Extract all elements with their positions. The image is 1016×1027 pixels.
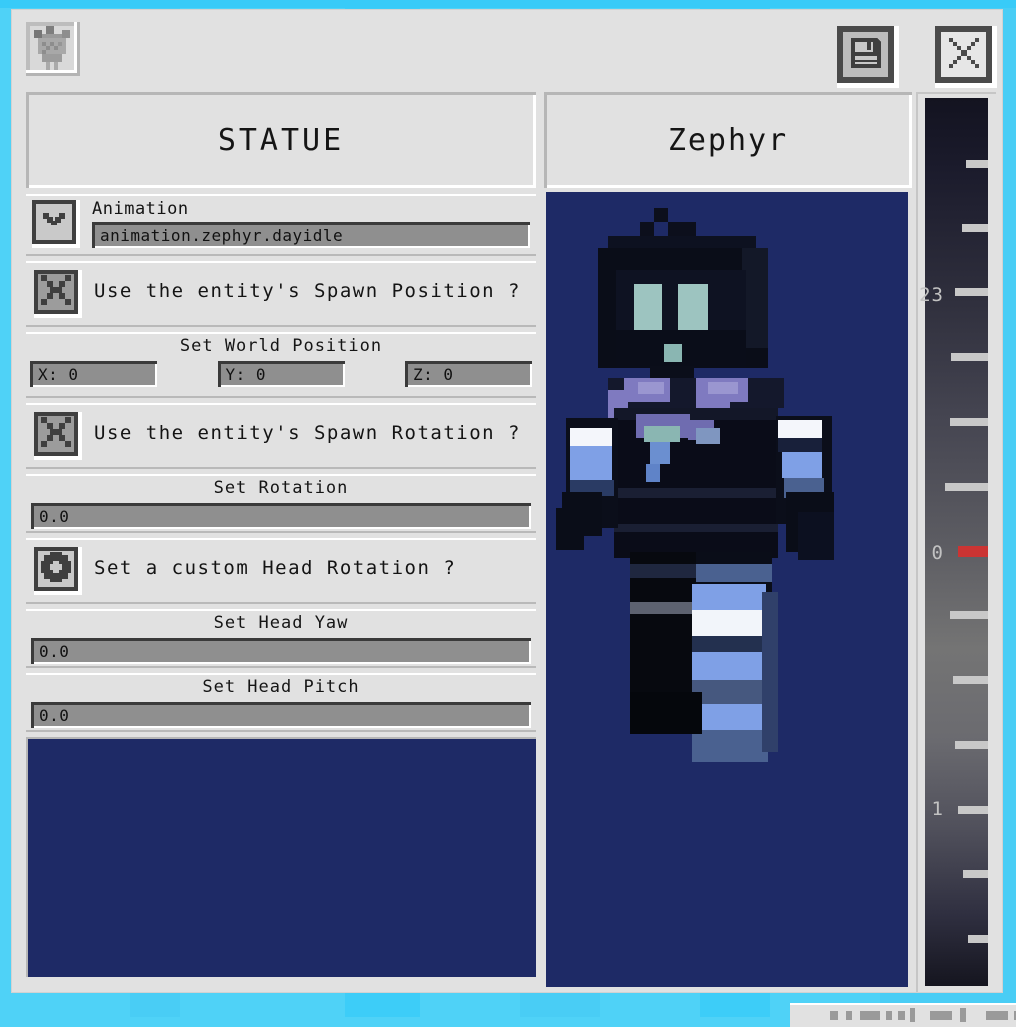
title-bar	[12, 10, 1002, 88]
rotation-caption: Set Rotation	[26, 478, 536, 498]
world-position-z-value: Z: 0	[405, 365, 454, 384]
entity-preview[interactable]	[546, 192, 908, 987]
animation-dropdown-button[interactable]	[32, 200, 80, 248]
head-pitch-caption: Set Head Pitch	[26, 677, 536, 697]
time-of-day-slider[interactable]: 23 0 1	[916, 92, 996, 992]
head-yaw-input[interactable]: 0.0	[31, 638, 531, 664]
time-slider-tick-label: 1	[932, 798, 944, 820]
world-position-caption: Set World Position	[26, 336, 536, 356]
time-slider-tick	[945, 483, 988, 491]
animation-value: animation.zephyr.dayidle	[92, 226, 343, 245]
head-pitch-value: 0.0	[31, 706, 69, 725]
time-slider-tick	[955, 288, 988, 296]
time-slider-tick	[953, 676, 988, 684]
close-button[interactable]	[935, 26, 997, 88]
use-spawn-position-row[interactable]: Use the entity's Spawn Position ?	[26, 261, 536, 327]
head-pitch-row: Set Head Pitch 0.0	[26, 673, 536, 732]
use-spawn-rotation-checkbox[interactable]	[34, 412, 82, 460]
checkbox-x-icon	[41, 417, 71, 451]
entity-title: Zephyr	[544, 92, 912, 188]
world-position-x-value: X: 0	[30, 365, 79, 384]
app-icon-frame	[26, 22, 80, 76]
time-slider-tick	[958, 806, 988, 814]
page-title: STATUE	[26, 92, 536, 188]
head-pitch-input[interactable]: 0.0	[31, 702, 531, 728]
time-slider-tick	[950, 418, 988, 426]
use-spawn-position-label: Use the entity's Spawn Position ?	[94, 280, 521, 302]
page-title-label: STATUE	[218, 123, 344, 158]
use-spawn-rotation-row[interactable]: Use the entity's Spawn Rotation ?	[26, 403, 536, 469]
chevron-down-icon	[41, 207, 67, 237]
time-slider-tick	[955, 741, 988, 749]
bottom-toolbar-strip	[790, 1003, 1016, 1027]
secondary-preview-area	[26, 737, 536, 977]
rotation-row: Set Rotation 0.0	[26, 474, 536, 533]
time-slider-tick	[951, 353, 988, 361]
animation-input[interactable]: animation.zephyr.dayidle	[92, 222, 530, 248]
world-position-y-value: Y: 0	[218, 365, 267, 384]
time-slider-tick-label: 23	[919, 284, 944, 306]
world-position-row: Set World Position X: 0 Y: 0 Z: 0	[26, 332, 536, 398]
head-yaw-caption: Set Head Yaw	[26, 613, 536, 633]
animation-row: Animation animation.zephyr.dayidle	[26, 194, 536, 256]
time-slider-tick	[962, 224, 988, 232]
use-spawn-position-checkbox[interactable]	[34, 270, 82, 318]
head-yaw-value: 0.0	[31, 642, 69, 661]
checkbox-circle-icon	[41, 552, 71, 586]
statue-editor-window: STATUE	[12, 10, 1002, 992]
entity-column: Zephyr	[544, 92, 912, 992]
save-button[interactable]	[837, 26, 899, 88]
time-slider-tick-label: 0	[932, 542, 944, 564]
custom-head-rotation-row[interactable]: Set a custom Head Rotation ?	[26, 538, 536, 604]
time-slider-tick	[968, 935, 988, 943]
settings-column: STATUE	[26, 92, 536, 977]
time-slider-track[interactable]: 2301	[925, 98, 988, 986]
time-slider-tick	[963, 870, 988, 878]
use-spawn-rotation-label: Use the entity's Spawn Rotation ?	[94, 422, 521, 444]
time-slider-current-marker[interactable]	[958, 546, 988, 557]
time-slider-tick	[966, 160, 988, 168]
entity-title-label: Zephyr	[668, 123, 788, 158]
rotation-input[interactable]: 0.0	[31, 503, 531, 529]
custom-head-rotation-label: Set a custom Head Rotation ?	[94, 557, 456, 579]
rotation-value: 0.0	[31, 507, 69, 526]
custom-head-rotation-checkbox[interactable]	[34, 547, 82, 595]
floppy-disk-icon	[849, 36, 883, 74]
animation-label: Animation	[92, 199, 189, 219]
close-x-icon	[947, 36, 981, 74]
world-position-y-input[interactable]: Y: 0	[218, 361, 345, 387]
checkbox-x-icon	[41, 275, 71, 309]
statue-mob-icon	[30, 26, 74, 70]
world-position-z-input[interactable]: Z: 0	[405, 361, 532, 387]
time-slider-tick	[950, 611, 988, 619]
head-yaw-row: Set Head Yaw 0.0	[26, 609, 536, 668]
world-position-x-input[interactable]: X: 0	[30, 361, 157, 387]
